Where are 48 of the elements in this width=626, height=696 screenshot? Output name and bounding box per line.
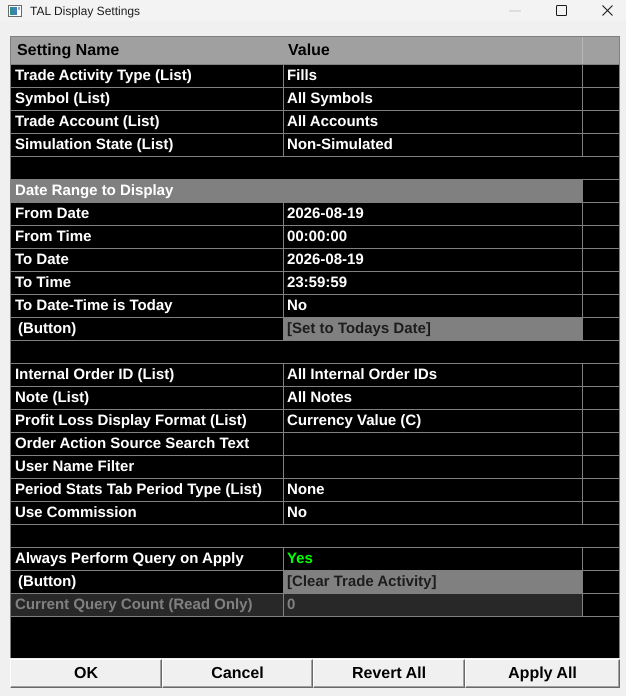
setting-name: Simulation State (List) [11, 134, 284, 156]
setting-value[interactable]: All Internal Order IDs [287, 366, 438, 383]
setting-name: Profit Loss Display Format (List) [11, 410, 284, 432]
group-header: Date Range to Display [11, 180, 583, 202]
setting-value[interactable]: 2026-08-19 [287, 205, 364, 222]
window-title: TAL Display Settings [30, 4, 140, 18]
minimize-icon[interactable] [509, 10, 521, 12]
setting-value[interactable]: All Notes [287, 389, 352, 406]
setting-name: To Time [11, 272, 284, 294]
setting-name: Order Action Source Search Text [11, 433, 284, 455]
setting-value[interactable]: Currency Value (C) [287, 412, 422, 429]
setting-name: Symbol (List) [11, 88, 284, 110]
setting-name: Trade Activity Type (List) [11, 65, 284, 87]
setting-name: To Date [11, 249, 284, 271]
setting-name: Note (List) [11, 387, 284, 409]
setting-name: From Date [11, 203, 284, 225]
setting-value[interactable]: All Symbols [287, 90, 373, 107]
grid-button[interactable]: [Set to Todays Date] [284, 318, 583, 340]
setting-value[interactable]: Fills [287, 67, 318, 84]
setting-value[interactable]: None [287, 481, 324, 498]
setting-value[interactable]: 23:59:59 [287, 274, 348, 291]
setting-name: Internal Order ID (List) [11, 364, 284, 386]
setting-name: Trade Account (List) [11, 111, 284, 133]
setting-value: 0 [287, 596, 296, 613]
setting-value[interactable]: Yes [287, 550, 313, 567]
setting-name: To Date-Time is Today [11, 295, 284, 317]
setting-name: Period Stats Tab Period Type (List) [11, 479, 284, 501]
dialog-button[interactable]: Cancel [162, 659, 313, 688]
setting-value[interactable]: No [287, 297, 307, 314]
setting-name: From Time [11, 226, 284, 248]
setting-name: Use Commission [11, 502, 284, 524]
setting-value[interactable]: No [287, 504, 307, 521]
setting-name: Always Perform Query on Apply [11, 548, 284, 570]
close-icon[interactable] [602, 5, 613, 16]
dialog-button[interactable]: Revert All [313, 659, 465, 688]
app-icon [8, 4, 22, 16]
setting-value[interactable]: 2026-08-19 [287, 251, 364, 268]
maximize-icon[interactable] [556, 5, 567, 16]
setting-name: Current Query Count (Read Only) [11, 594, 284, 616]
dialog-button[interactable]: Apply All [465, 659, 620, 688]
setting-value[interactable]: All Accounts [287, 113, 378, 130]
setting-name: User Name Filter [11, 456, 284, 478]
setting-value[interactable]: Non-Simulated [287, 136, 393, 153]
column-header: Setting Name [16, 41, 120, 61]
dialog-button[interactable]: OK [10, 659, 162, 688]
setting-value[interactable]: 00:00:00 [287, 228, 348, 245]
grid-button[interactable]: [Clear Trade Activity] [284, 571, 583, 593]
column-header: Value [284, 37, 583, 64]
